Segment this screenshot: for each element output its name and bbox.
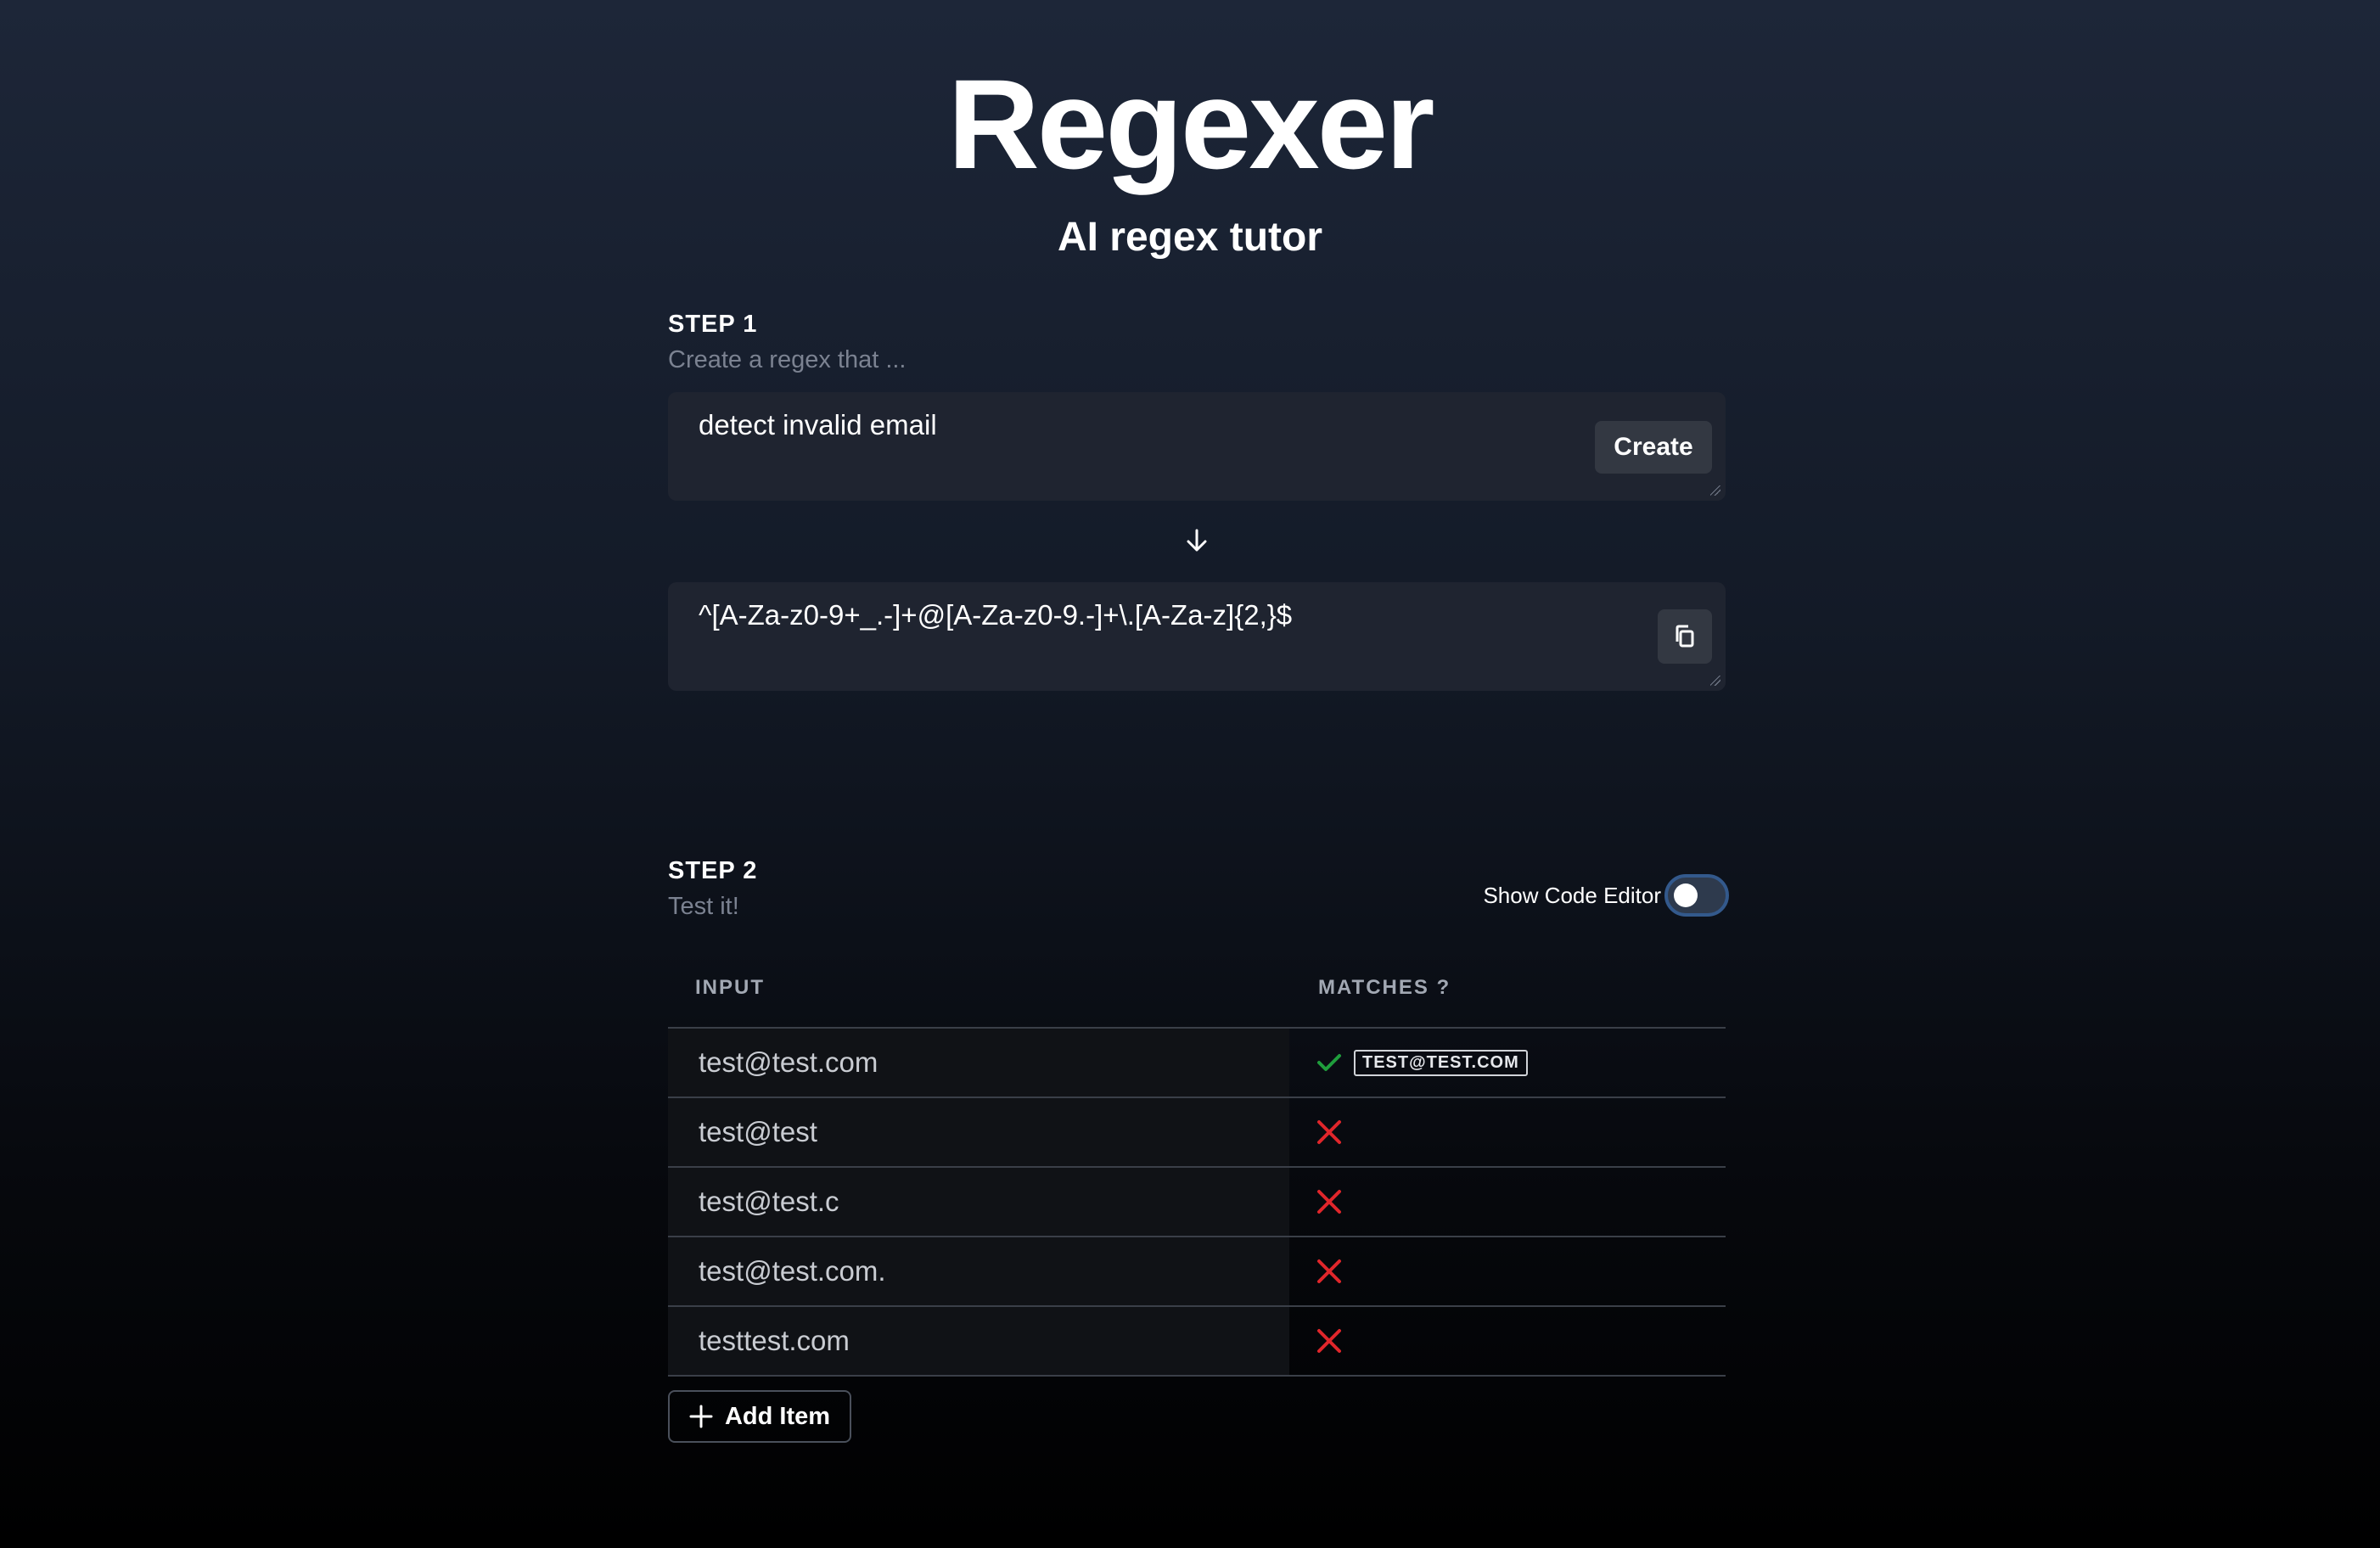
add-item-button[interactable]: Add Item [668, 1390, 851, 1443]
table-header: INPUT MATCHES ? [668, 957, 1726, 1029]
table-row: test@test.com TEST@TEST.COM [668, 1029, 1726, 1098]
table-row: test@test.c [668, 1168, 1726, 1237]
copy-icon [1676, 625, 1694, 648]
test-table: INPUT MATCHES ? test@test.com TEST@TEST.… [668, 957, 1726, 1377]
table-row: test@test [668, 1098, 1726, 1168]
cross-icon [1317, 1259, 1341, 1283]
code-editor-toggle-row: Show Code Editor [1483, 874, 1729, 917]
cross-icon [1317, 1190, 1341, 1214]
step1-label: STEP 1 [668, 311, 758, 338]
test-input-cell[interactable]: testtest.com [668, 1307, 1289, 1375]
regex-output[interactable]: ^[A-Za-z0-9+_.-]+@[A-Za-z0-9.-]+\.[A-Za-… [668, 582, 1726, 691]
cross-icon [1317, 1120, 1341, 1144]
page: Regexer AI regex tutor STEP 1 Create a r… [0, 0, 2380, 1548]
cross-icon [1317, 1329, 1341, 1353]
plus-icon [689, 1405, 713, 1428]
match-cell [1289, 1237, 1726, 1305]
match-cell [1289, 1098, 1726, 1166]
test-input-cell[interactable]: test@test.c [668, 1168, 1289, 1236]
table-row: testtest.com [668, 1307, 1726, 1377]
match-badge: TEST@TEST.COM [1354, 1049, 1528, 1076]
copy-button[interactable] [1658, 609, 1712, 664]
resize-handle[interactable] [1710, 485, 1720, 496]
add-item-label: Add Item [724, 1402, 831, 1430]
arrow-down-icon [1187, 529, 1207, 552]
toggle-knob [1674, 883, 1698, 907]
show-code-editor-toggle[interactable] [1664, 874, 1729, 917]
step2-label: STEP 2 [668, 857, 758, 884]
column-header-input: INPUT [695, 976, 765, 999]
table-row: test@test.com. [668, 1237, 1726, 1307]
create-button[interactable]: Create [1595, 421, 1712, 474]
test-input-cell[interactable]: test@test.com. [668, 1237, 1289, 1305]
regex-output-value: ^[A-Za-z0-9+_.-]+@[A-Za-z0-9.-]+\.[A-Za-… [699, 599, 1293, 631]
main-content: STEP 1 Create a regex that ... detect in… [668, 0, 1729, 1548]
match-cell [1289, 1307, 1726, 1375]
test-input-cell[interactable]: test@test.com [668, 1029, 1289, 1096]
match-cell: TEST@TEST.COM [1289, 1029, 1726, 1096]
step1-description: Create a regex that ... [668, 346, 907, 373]
step2-description: Test it! [668, 893, 739, 920]
check-icon [1317, 1054, 1341, 1071]
match-cell [1289, 1168, 1726, 1236]
prompt-input-value: detect invalid email [699, 409, 937, 440]
prompt-input[interactable]: detect invalid email Create [668, 392, 1726, 501]
column-header-matches: MATCHES ? [1318, 976, 1451, 999]
toggle-label: Show Code Editor [1483, 882, 1661, 908]
test-input-cell[interactable]: test@test [668, 1098, 1289, 1166]
resize-handle[interactable] [1710, 676, 1720, 686]
